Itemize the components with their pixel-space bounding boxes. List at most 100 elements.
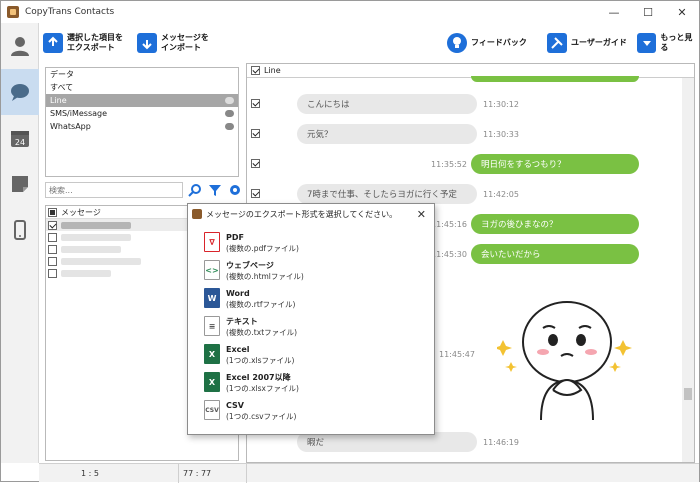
- message-checkbox[interactable]: [251, 159, 260, 168]
- sidebar-item-notes[interactable]: [1, 161, 39, 207]
- chat-message-row: 11:35:52 明日何をするつもり？: [247, 150, 683, 178]
- status-right-text: 77 : 77: [183, 468, 212, 478]
- search-icon[interactable]: [187, 182, 203, 198]
- lightbulb-icon: [447, 33, 467, 53]
- message-text: ヨガの後ひまなの？: [481, 220, 558, 230]
- dialog-title-bar: メッセージのエクスポート形式を選択してください。: [188, 204, 434, 224]
- message-timestamp: 11:45:16: [431, 220, 467, 229]
- app-window: CopyTrans Contacts — ☐ ✕ 24 選択した項目を エクスポ…: [0, 0, 700, 483]
- search-input[interactable]: [45, 182, 183, 198]
- message-checkbox[interactable]: [251, 99, 260, 108]
- message-text: こんにちは: [307, 100, 350, 110]
- sticker-image: [497, 301, 632, 420]
- sidebar-item-device[interactable]: [1, 207, 39, 253]
- chat-message-row: 元気？ 11:30:33: [247, 120, 683, 148]
- category-item-all[interactable]: すべて: [46, 81, 238, 94]
- settings-gear-icon[interactable]: [227, 182, 243, 198]
- message-bubble-incoming: 元気？: [297, 124, 477, 144]
- more-label: もっと見る: [660, 33, 693, 52]
- excel-icon: X: [204, 344, 220, 364]
- option-desc: (複数の.txtファイル): [226, 328, 298, 337]
- category-item-line[interactable]: Line: [46, 94, 238, 107]
- sidebar-item-calendar[interactable]: 24: [1, 115, 39, 161]
- message-text: 明日何をするつもり？: [481, 160, 566, 170]
- row-checkbox[interactable]: [48, 232, 57, 242]
- message-timestamp: 11:30:33: [483, 130, 519, 139]
- maximize-button[interactable]: ☐: [631, 1, 665, 23]
- scrollbar-thumb[interactable]: [684, 388, 692, 400]
- message-text: 7時まで仕事、そしたらヨガに行く予定: [307, 190, 457, 200]
- csv-icon: CSV: [204, 400, 220, 420]
- export-option-text[interactable]: ≡ テキスト (複数の.txtファイル): [204, 316, 297, 342]
- filter-icon[interactable]: [207, 182, 223, 198]
- select-all-checkbox[interactable]: [48, 207, 57, 217]
- feedback-button[interactable]: フィードバック: [447, 29, 527, 57]
- redacted-text: [61, 245, 121, 253]
- export-option-excel[interactable]: X Excel (1つの.xlsファイル): [204, 344, 294, 370]
- message-bubble-partial: [471, 76, 639, 82]
- import-messages-label: メッセージを インポート: [161, 33, 209, 52]
- message-timestamp: 11:30:12: [483, 100, 519, 109]
- message-bubble-outgoing: 明日何をするつもり？: [471, 154, 639, 174]
- category-item-sms[interactable]: SMS/iMessage: [46, 107, 238, 120]
- more-button[interactable]: もっと見る: [637, 29, 699, 57]
- export-format-dialog: メッセージのエクスポート形式を選択してください。 ✕ ∇ PDF (複数の.pdf…: [187, 203, 435, 435]
- svg-text:24: 24: [15, 138, 25, 147]
- redacted-text: [61, 257, 141, 265]
- feedback-label: フィードバック: [471, 38, 527, 47]
- redacted-text: [61, 269, 111, 277]
- message-checkbox[interactable]: [251, 129, 260, 138]
- html-icon: <>: [204, 260, 220, 280]
- word-icon: W: [204, 288, 220, 308]
- row-checkbox[interactable]: [48, 256, 57, 266]
- row-checkbox[interactable]: [48, 268, 57, 278]
- calendar-icon: 24: [11, 131, 29, 147]
- dialog-close-icon[interactable]: ✕: [417, 208, 426, 221]
- category-label: SMS/iMessage: [50, 109, 108, 118]
- export-option-html[interactable]: <> ウェブページ (複数の.htmlファイル): [204, 260, 304, 286]
- title-bar: CopyTrans Contacts — ☐ ✕: [1, 1, 699, 23]
- app-icon: [7, 6, 19, 18]
- chat-select-all-checkbox[interactable]: [251, 66, 260, 75]
- export-option-pdf[interactable]: ∇ PDF (複数の.pdfファイル): [204, 232, 299, 258]
- export-icon: [43, 33, 63, 53]
- close-button[interactable]: ✕: [665, 1, 699, 23]
- option-desc: (1つの.xlsファイル): [226, 356, 295, 365]
- option-name: テキスト: [226, 317, 258, 326]
- message-bubble-incoming: こんにちは: [297, 94, 477, 114]
- status-total-count: 77 : 77: [179, 463, 247, 483]
- sidebar-item-messages[interactable]: [1, 69, 39, 115]
- minimize-button[interactable]: —: [597, 1, 631, 23]
- export-option-csv[interactable]: CSV CSV (1つの.csvファイル): [204, 400, 296, 426]
- category-item-whatsapp[interactable]: WhatsApp: [46, 120, 238, 133]
- message-icon: [225, 110, 234, 117]
- status-bar: 1 : 5 77 : 77: [39, 463, 699, 483]
- user-guide-button[interactable]: ユーザーガイド: [547, 29, 627, 57]
- row-checkbox[interactable]: [48, 220, 57, 230]
- message-timestamp: 11:35:52: [431, 160, 467, 169]
- sidebar-item-contacts[interactable]: [1, 23, 39, 69]
- row-checkbox[interactable]: [48, 244, 57, 254]
- message-timestamp: 11:45:30: [431, 250, 467, 259]
- import-messages-button[interactable]: メッセージを インポート: [137, 29, 209, 57]
- option-name: Excel 2007以降: [226, 373, 291, 382]
- message-list-header-label: メッセージ: [61, 207, 101, 217]
- export-option-excel-xlsx[interactable]: X Excel 2007以降 (1つの.xlsxファイル): [204, 372, 299, 398]
- export-selected-button[interactable]: 選択した項目を エクスポート: [43, 29, 123, 57]
- message-checkbox[interactable]: [251, 189, 260, 198]
- nav-sidebar: 24: [1, 23, 39, 463]
- option-desc: (複数の.rtfファイル): [226, 300, 296, 309]
- export-option-word[interactable]: W Word (複数の.rtfファイル): [204, 288, 295, 314]
- message-bubble-outgoing: ヨガの後ひまなの？: [471, 214, 639, 234]
- category-label: すべて: [50, 83, 74, 92]
- category-label: データ: [50, 70, 74, 79]
- dialog-app-icon: [192, 209, 202, 219]
- pdf-icon: ∇: [204, 232, 220, 252]
- message-bubble-incoming: 暇だ: [297, 432, 477, 452]
- chat-scrollbar[interactable]: [682, 78, 694, 462]
- phone-icon: [14, 220, 26, 240]
- dialog-title: メッセージのエクスポート形式を選択してください。: [206, 209, 398, 219]
- redacted-text: [61, 221, 131, 229]
- chevron-down-icon: [637, 33, 657, 53]
- text-icon: ≡: [204, 316, 220, 336]
